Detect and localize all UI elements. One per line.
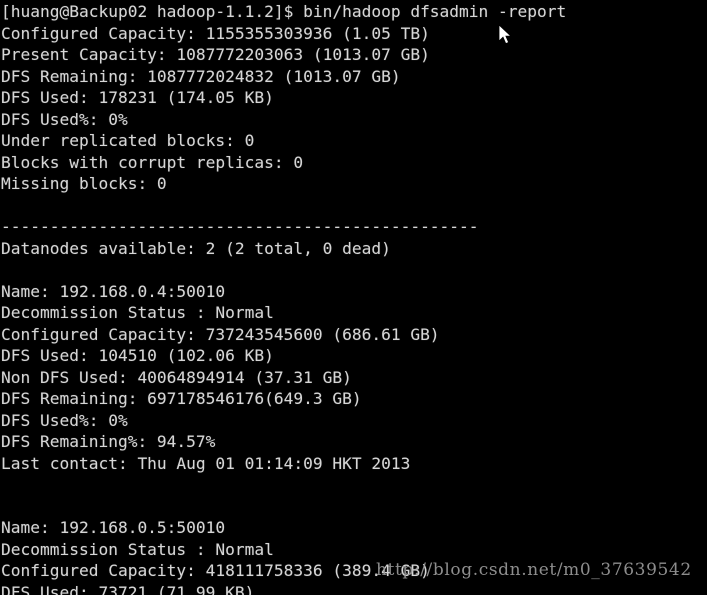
- terminal-window[interactable]: [huang@Backup02 hadoop-1.1.2]$ bin/hadoo…: [0, 0, 707, 595]
- terminal-output-text: [huang@Backup02 hadoop-1.1.2]$ bin/hadoo…: [1, 2, 567, 595]
- blog-watermark: http://blog.csdn.net/m0_37639542: [376, 560, 692, 580]
